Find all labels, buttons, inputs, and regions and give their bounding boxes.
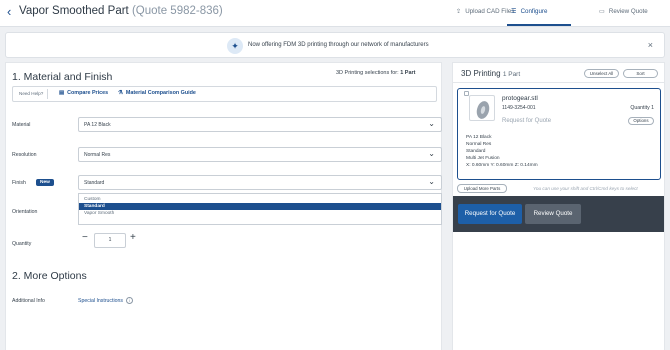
cart-icon: ▭	[599, 8, 605, 15]
finish-option-vapor-smooth[interactable]: Vapor Smooth	[79, 210, 441, 217]
orientation-label: Orientation	[12, 209, 38, 215]
part-id: 1149-3254-001	[502, 105, 536, 111]
spec-dimensions: X: 0.60mm Y: 0.60mm Z: 0.14mm	[466, 163, 538, 168]
chevron-down-icon: ⌄	[428, 177, 435, 186]
parts-panel-title: 3D Printing 1 Part	[461, 69, 520, 78]
part-options-button[interactable]: Options	[628, 117, 654, 125]
review-quote-button[interactable]: Review Quote	[525, 204, 581, 224]
flask-icon: ⚗	[118, 90, 123, 96]
selection-hint: You can use your shift and Ctrl/Cmd keys…	[533, 186, 638, 191]
compare-prices-text: Compare Prices	[67, 90, 109, 96]
resolution-label: Resolution	[12, 152, 37, 158]
spec-material: PA 12 Black	[466, 135, 492, 140]
top-bar: ‹ Vapor Smoothed Part (Quote 5982-836) ⇪…	[0, 0, 670, 27]
part-status: Request for Quote	[502, 118, 552, 124]
material-value: PA 12 Black	[84, 122, 111, 128]
quantity-increment-button[interactable]: +	[130, 232, 136, 243]
part-file-name: protogear.stl	[502, 95, 538, 102]
upload-icon: ⇪	[456, 8, 462, 15]
selections-count: 3D Printing selections for: 1 Part	[336, 70, 416, 76]
part-select-checkbox[interactable]	[464, 91, 469, 96]
finish-select[interactable]: Standard ⌄	[78, 175, 442, 190]
part-quantity: Quantity 1	[630, 105, 654, 111]
more-options-heading: 2. More Options	[12, 270, 87, 282]
help-bar: Need Help? ▤ Compare Prices ⚗ Material C…	[12, 86, 437, 102]
material-section-heading: 1. Material and Finish	[12, 71, 113, 83]
finish-option-custom[interactable]: Custom	[79, 196, 441, 203]
finish-option-standard[interactable]: Standard	[79, 203, 441, 210]
spec-process: Multi Jet Fusion	[466, 156, 500, 161]
tab-upload-cad-files[interactable]: ⇪ Upload CAD Files	[456, 8, 514, 15]
close-icon[interactable]: ×	[648, 40, 653, 50]
compare-prices-link[interactable]: ▤ Compare Prices	[59, 90, 108, 96]
quantity-decrement-button[interactable]: −	[82, 232, 88, 243]
material-select[interactable]: PA 12 Black ⌄	[78, 117, 442, 132]
tab-label: Upload CAD Files	[465, 8, 515, 15]
material-guide-text: Material Comparison Guide	[125, 90, 196, 96]
resolution-select[interactable]: Normal Res ⌄	[78, 147, 442, 162]
special-instructions-text: Special Instructions	[78, 297, 123, 304]
finish-label: Finish New	[12, 179, 54, 186]
upload-more-parts-button[interactable]: Upload More Parts	[457, 184, 507, 193]
quantity-input[interactable]: 1	[94, 233, 126, 248]
info-icon: i	[125, 297, 133, 304]
configuration-panel: 1. Material and Finish 3D Printing selec…	[5, 62, 442, 350]
selections-value: 1 Part	[400, 70, 416, 76]
spec-finish: Standard	[466, 149, 486, 154]
spec-resolution: Normal Res	[466, 142, 492, 147]
finish-label-text: Finish	[12, 180, 26, 186]
part-count: 1 Part	[502, 71, 521, 78]
parts-panel: 3D Printing 1 Part Unselect All Sort pro…	[452, 62, 665, 350]
unselect-all-button[interactable]: Unselect All	[584, 69, 619, 78]
tab-configure[interactable]: ☰ Configure	[511, 8, 547, 15]
special-instructions-link[interactable]: Special Instructions i	[78, 297, 133, 304]
tab-label: Review Quote	[608, 8, 648, 15]
process-name: 3D Printing	[461, 69, 501, 78]
page-title-text: Vapor Smoothed Part	[19, 5, 129, 17]
tab-label: Configure	[520, 8, 548, 15]
new-badge: New	[36, 179, 54, 186]
back-chevron-icon[interactable]: ‹	[7, 4, 11, 19]
finish-value: Standard	[84, 180, 105, 186]
banner-text: Now offering FDM 3D printing through our…	[248, 42, 429, 48]
request-for-quote-button[interactable]: Request for Quote	[458, 204, 522, 224]
action-footer: Request for Quote Review Quote	[453, 196, 664, 232]
chevron-down-icon: ⌄	[428, 119, 435, 128]
chevron-down-icon: ⌄	[428, 149, 435, 158]
parts-panel-header: 3D Printing 1 Part Unselect All Sort	[453, 63, 664, 83]
material-label: Material	[12, 122, 31, 128]
quote-number: (Quote 5982-836)	[131, 5, 223, 17]
selections-prefix: 3D Printing selections for:	[336, 70, 401, 76]
material-guide-link[interactable]: ⚗ Material Comparison Guide	[118, 90, 196, 96]
announcement-banner: ✦ Now offering FDM 3D printing through o…	[5, 32, 665, 58]
sliders-icon: ☰	[511, 8, 517, 15]
sparkle-icon: ✦	[227, 38, 243, 54]
need-help-label: Need Help?	[15, 89, 49, 99]
tab-review-quote[interactable]: ▭ Review Quote	[599, 8, 648, 15]
table-icon: ▤	[59, 90, 65, 96]
part-card[interactable]: protogear.stl 1149-3254-001 Quantity 1 R…	[457, 88, 661, 180]
resolution-value: Normal Res	[84, 152, 111, 158]
additional-info-label: Additional Info	[12, 298, 45, 304]
active-tab-indicator	[507, 24, 571, 26]
sort-button[interactable]: Sort	[623, 69, 658, 78]
finish-dropdown-menu: Custom Standard Vapor Smooth	[78, 193, 442, 225]
page-title: Vapor Smoothed Part (Quote 5982-836)	[19, 5, 223, 17]
quantity-label: Quantity	[12, 241, 32, 247]
part-thumbnail	[469, 95, 495, 121]
